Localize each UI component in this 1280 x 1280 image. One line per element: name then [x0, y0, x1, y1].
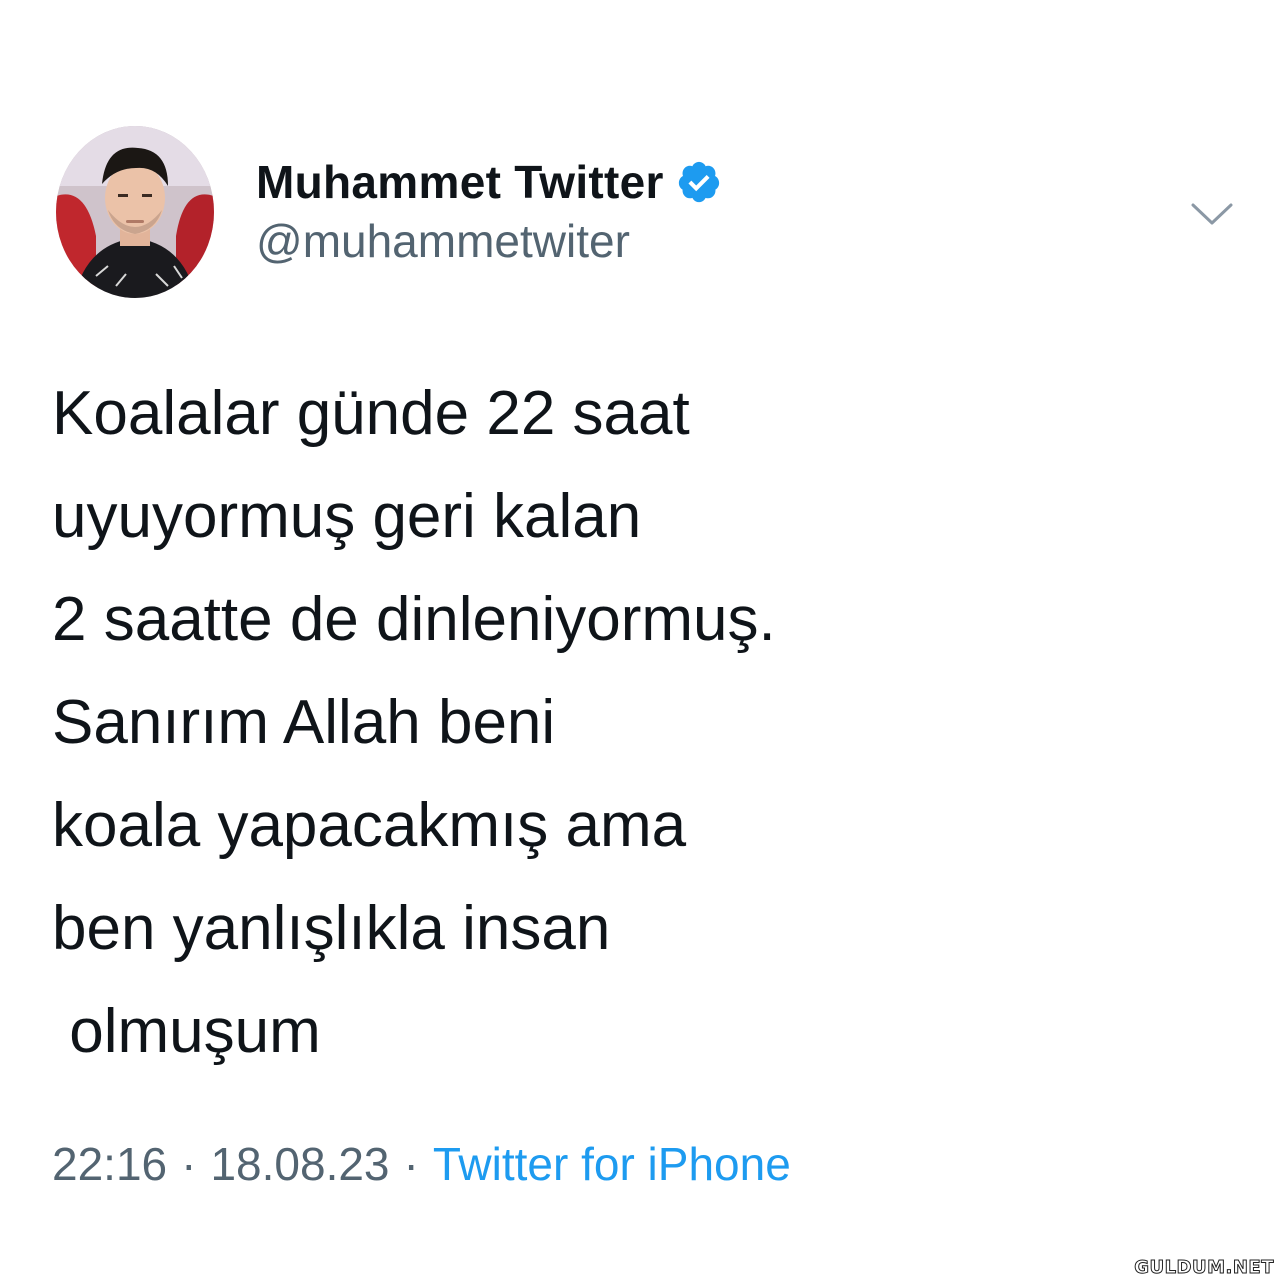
avatar-image [56, 126, 214, 298]
display-name[interactable]: Muhammet Twitter [256, 155, 664, 209]
tweet-source-link[interactable]: Twitter for iPhone [433, 1137, 791, 1191]
site-watermark: GULDUM.NET [1134, 1257, 1274, 1279]
tweet-text-line: koala yapacakmış ama [52, 791, 687, 860]
chevron-down-icon [1191, 203, 1233, 225]
tweet-text-line: olmuşum [52, 997, 321, 1066]
tweet-date[interactable]: 18.08.23 [210, 1137, 389, 1191]
tweet-text-line: 2 saatte de dinleniyormuş. [52, 585, 776, 654]
tweet-text-line: ben yanlışlıkla insan [52, 894, 611, 963]
tweet-card: Muhammet Twitter @muhammetwiter Koalalar… [0, 0, 1280, 1280]
tweet-text-line: Koalalar günde 22 saat [52, 379, 690, 448]
display-name-row: Muhammet Twitter [256, 152, 722, 212]
tweet-text: Koalalar günde 22 saat uyuyormuş geri ka… [52, 362, 1232, 1083]
verified-badge-icon [676, 159, 722, 205]
user-handle[interactable]: @muhammetwiter [256, 214, 630, 268]
avatar[interactable] [56, 126, 214, 298]
tweet-text-line: Sanırım Allah beni [52, 688, 556, 757]
meta-separator: · [403, 1138, 419, 1190]
more-options-button[interactable] [1184, 194, 1240, 234]
tweet-time[interactable]: 22:16 [52, 1137, 167, 1191]
tweet-meta: 22:16 · 18.08.23 · Twitter for iPhone [52, 1134, 791, 1194]
tweet-text-line: uyuyormuş geri kalan [52, 482, 642, 551]
meta-separator: · [181, 1138, 197, 1190]
